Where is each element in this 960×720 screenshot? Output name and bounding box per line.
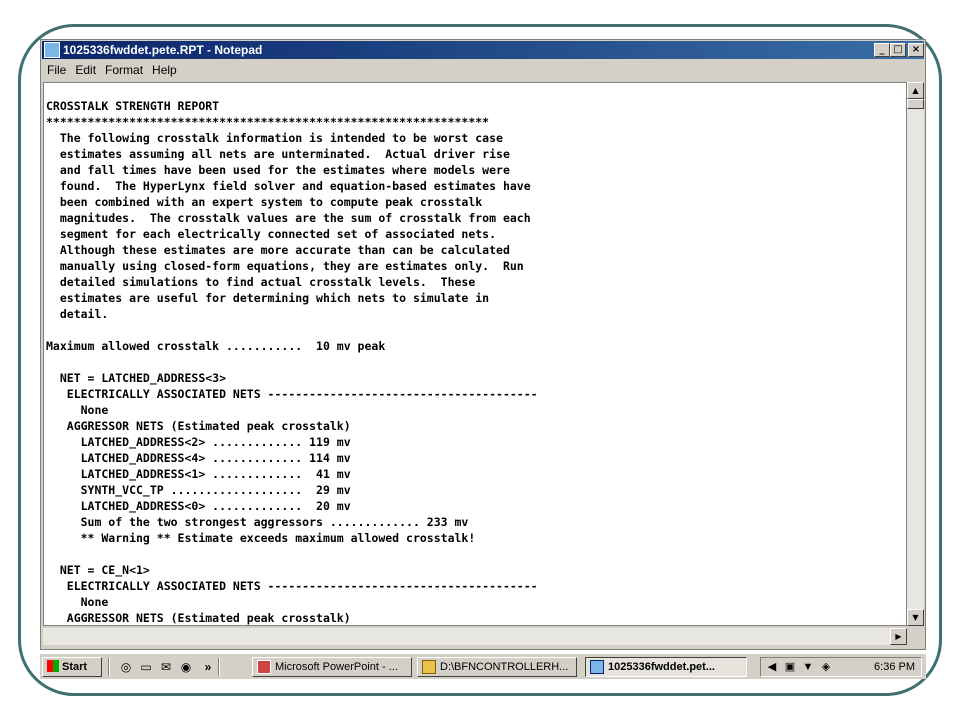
window-title: 1025336fwddet.pete.RPT - Notepad xyxy=(63,43,263,57)
outlook-icon[interactable]: ✉ xyxy=(158,659,174,675)
notepad-icon xyxy=(590,660,604,674)
close-button[interactable]: × xyxy=(908,43,924,57)
windows-logo-icon xyxy=(47,660,59,672)
scroll-right-arrow-icon[interactable]: ▶ xyxy=(890,628,907,645)
volume-icon[interactable]: ◀ xyxy=(765,660,779,674)
task-powerpoint[interactable]: Microsoft PowerPoint - ... xyxy=(252,657,412,677)
quicklaunch-more-icon[interactable]: » xyxy=(200,659,216,675)
clock: 6:36 PM xyxy=(874,661,915,673)
system-tray: ◀ ▣ ▼ ◈ 6:36 PM xyxy=(760,657,922,677)
taskbar-separator xyxy=(108,658,110,676)
taskbar: Start ◎ ▭ ✉ ◉ » Microsoft PowerPoint - .… xyxy=(40,653,926,679)
size-grip[interactable] xyxy=(907,628,924,645)
title-bar[interactable]: 1025336fwddet.pete.RPT - Notepad _ □ × xyxy=(42,41,924,59)
task-label: Microsoft PowerPoint - ... xyxy=(275,661,398,673)
antivirus-icon[interactable]: ▼ xyxy=(801,660,815,674)
menu-edit[interactable]: Edit xyxy=(71,60,100,80)
scroll-up-arrow-icon[interactable]: ▲ xyxy=(907,82,924,99)
horizontal-scrollbar[interactable]: ▶ xyxy=(43,628,907,645)
minimize-button[interactable]: _ xyxy=(874,43,890,57)
show-desktop-icon[interactable]: ▭ xyxy=(138,659,154,675)
menu-format[interactable]: Format xyxy=(101,60,147,80)
media-player-icon[interactable]: ◉ xyxy=(178,659,194,675)
text-editor[interactable]: CROSSTALK STRENGTH REPORT **************… xyxy=(43,82,907,626)
folder-icon xyxy=(422,660,436,674)
task-label: 1025336fwddet.pet... xyxy=(608,661,715,673)
vertical-scrollbar[interactable]: ▲ ▼ xyxy=(907,82,924,626)
powerpoint-icon xyxy=(257,660,271,674)
tray-app-icon[interactable]: ◈ xyxy=(819,660,833,674)
internet-explorer-icon[interactable]: ◎ xyxy=(118,659,134,675)
notepad-icon xyxy=(44,42,60,58)
menu-file[interactable]: File xyxy=(43,60,70,80)
taskbar-separator xyxy=(218,658,220,676)
start-label: Start xyxy=(62,661,88,673)
task-explorer[interactable]: D:\BFNCONTROLLERH... xyxy=(417,657,577,677)
notepad-window: 1025336fwddet.pete.RPT - Notepad _ □ × F… xyxy=(40,39,926,650)
scroll-thumb[interactable] xyxy=(907,99,924,109)
task-label: D:\BFNCONTROLLERH... xyxy=(440,661,569,673)
start-button[interactable]: Start xyxy=(42,657,102,677)
menu-help[interactable]: Help xyxy=(148,60,181,80)
network-icon[interactable]: ▣ xyxy=(783,660,797,674)
task-notepad[interactable]: 1025336fwddet.pet... xyxy=(585,657,747,677)
menu-bar: File Edit Format Help xyxy=(42,60,924,80)
maximize-button[interactable]: □ xyxy=(890,43,906,57)
scroll-down-arrow-icon[interactable]: ▼ xyxy=(907,609,924,626)
document-text: CROSSTALK STRENGTH REPORT **************… xyxy=(46,99,538,625)
